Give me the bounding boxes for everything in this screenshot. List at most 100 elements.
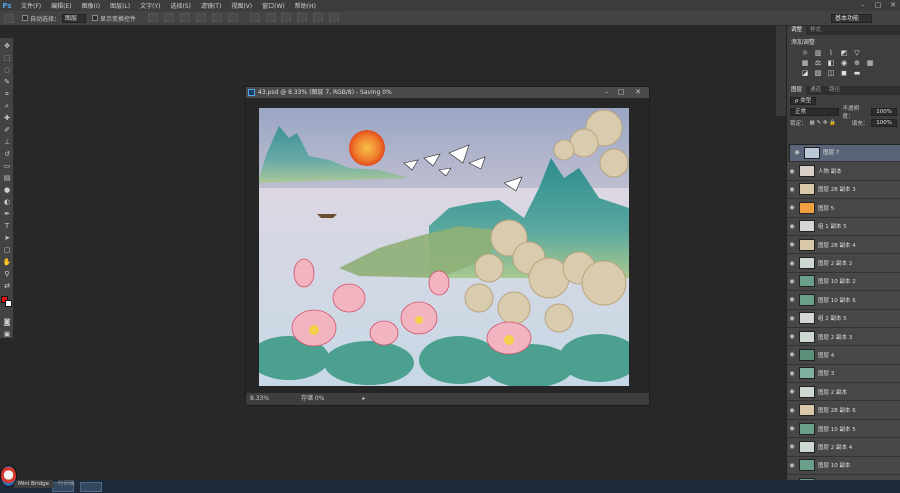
doc-close-button[interactable]: ✕ bbox=[632, 87, 644, 98]
visibility-eye-icon[interactable]: ◉ bbox=[787, 443, 797, 450]
taskbar-app-button[interactable] bbox=[80, 482, 102, 492]
brush-tool-icon[interactable]: ✐ bbox=[2, 126, 12, 134]
gradient-map-icon[interactable]: ▬ bbox=[853, 69, 861, 77]
type-tool-icon[interactable]: T bbox=[2, 222, 12, 230]
zoom-tool-icon[interactable]: ⚲ bbox=[2, 270, 12, 278]
gradient-tool-icon[interactable]: ▤ bbox=[2, 174, 12, 182]
menu-item-help[interactable]: 帮助(H) bbox=[290, 1, 321, 10]
distribute-hcenter-button[interactable] bbox=[313, 12, 324, 22]
layer-row[interactable]: ◉ 图层 4 bbox=[787, 346, 900, 365]
distribute-right-button[interactable] bbox=[329, 12, 340, 22]
menu-item-view[interactable]: 视图(V) bbox=[226, 1, 257, 10]
move-tool-icon[interactable]: ✥ bbox=[2, 42, 12, 50]
workspace-dropdown[interactable]: 基本功能 bbox=[830, 14, 872, 23]
photo-filter-icon[interactable]: ◉ bbox=[840, 59, 848, 67]
visibility-eye-icon[interactable]: ◉ bbox=[787, 351, 797, 358]
visibility-eye-icon[interactable]: ◉ bbox=[787, 407, 797, 414]
zoom-level[interactable]: 8.33% bbox=[250, 395, 269, 402]
align-vcenter-button[interactable] bbox=[163, 12, 174, 22]
layer-row[interactable]: ◉ 图层 2 副本 bbox=[787, 383, 900, 402]
minimize-button[interactable]: – bbox=[856, 0, 870, 10]
distribute-bottom-button[interactable] bbox=[281, 12, 292, 22]
visibility-eye-icon[interactable]: ◉ bbox=[787, 388, 797, 395]
start-button[interactable] bbox=[0, 465, 17, 487]
move-tool-preset-button[interactable] bbox=[4, 13, 14, 23]
visibility-eye-icon[interactable]: ◉ bbox=[787, 260, 797, 267]
doc-maximize-button[interactable]: □ bbox=[615, 87, 627, 98]
layer-kind-filter[interactable]: ρ 类型 bbox=[790, 96, 817, 105]
menu-item-file[interactable]: 文件(F) bbox=[16, 1, 46, 10]
vibrance-icon[interactable]: ▽ bbox=[853, 49, 861, 57]
fill-input[interactable]: 100% bbox=[871, 118, 897, 127]
layer-row[interactable]: ◉ 图层 28 副本 4 bbox=[787, 235, 900, 255]
layer-row[interactable]: ◉ 图层 3 bbox=[787, 364, 900, 384]
close-button[interactable]: ✕ bbox=[886, 0, 900, 10]
visibility-eye-icon[interactable]: ◉ bbox=[792, 149, 802, 157]
layer-row[interactable]: ◉ 图层 2 副本 2 bbox=[787, 254, 900, 273]
levels-icon[interactable]: ▥ bbox=[814, 49, 822, 57]
tab-timeline[interactable]: 时间轴 bbox=[58, 480, 75, 488]
eyedropper-tool-icon[interactable]: ⌕ bbox=[2, 102, 12, 110]
layer-row[interactable]: ◉ 图层 10 副本 6 bbox=[787, 291, 900, 310]
show-transform-checkbox[interactable] bbox=[92, 15, 99, 21]
canvas-area[interactable] bbox=[246, 98, 649, 393]
screen-mode-icon[interactable]: ▣ bbox=[2, 330, 12, 338]
visibility-eye-icon[interactable]: ◉ bbox=[787, 168, 797, 175]
layer-row[interactable]: ◉ 组 2 副本 5 bbox=[787, 309, 900, 328]
posterize-icon[interactable]: ▨ bbox=[814, 69, 822, 77]
distribute-top-button[interactable] bbox=[249, 12, 260, 22]
lasso-tool-icon[interactable]: ◌ bbox=[2, 66, 12, 74]
doc-minimize-button[interactable]: – bbox=[601, 87, 613, 98]
distribute-vcenter-button[interactable] bbox=[265, 12, 276, 22]
menu-item-select[interactable]: 选择(S) bbox=[165, 1, 196, 10]
menu-item-image[interactable]: 图像(I) bbox=[77, 1, 105, 10]
layer-row[interactable]: ◉ 图层 10 副本 2 bbox=[787, 272, 900, 292]
menu-item-window[interactable]: 窗口(W) bbox=[257, 1, 290, 10]
align-bottom-button[interactable] bbox=[179, 12, 190, 22]
layer-row[interactable]: ◉ 人物 副本 bbox=[787, 162, 900, 181]
blur-tool-icon[interactable]: ● bbox=[2, 186, 12, 194]
align-top-button[interactable] bbox=[148, 12, 159, 22]
visibility-eye-icon[interactable]: ◉ bbox=[787, 462, 797, 469]
path-select-tool-icon[interactable]: ➤ bbox=[2, 234, 12, 242]
curves-icon[interactable]: ⌇ bbox=[827, 49, 835, 57]
visibility-eye-icon[interactable]: ◉ bbox=[787, 278, 797, 285]
brightness-icon[interactable]: ☼ bbox=[801, 49, 809, 57]
artwork-canvas[interactable] bbox=[259, 108, 629, 386]
tab-styles[interactable]: 样式 bbox=[806, 26, 825, 35]
layer-row[interactable]: ◉ 图层 10 副本 bbox=[787, 456, 900, 476]
background-color-swatch[interactable] bbox=[5, 300, 12, 307]
tab-mini-bridge[interactable]: Mini Bridge bbox=[14, 480, 53, 488]
eraser-tool-icon[interactable]: ▭ bbox=[2, 162, 12, 170]
align-hcenter-button[interactable] bbox=[211, 12, 222, 22]
opacity-input[interactable]: 100% bbox=[871, 107, 897, 116]
menu-item-edit[interactable]: 编辑(E) bbox=[46, 1, 76, 10]
visibility-eye-icon[interactable]: ◉ bbox=[787, 315, 797, 322]
blend-mode-dropdown[interactable]: 正常 bbox=[790, 107, 840, 116]
layer-row[interactable]: ◉ 图层 7 bbox=[789, 144, 900, 163]
maximize-button[interactable]: □ bbox=[871, 0, 885, 10]
visibility-eye-icon[interactable]: ◉ bbox=[787, 425, 797, 432]
visibility-eye-icon[interactable]: ◉ bbox=[787, 204, 797, 211]
align-left-button[interactable] bbox=[195, 12, 206, 22]
black-white-icon[interactable]: ◧ bbox=[827, 59, 835, 67]
visibility-eye-icon[interactable]: ◉ bbox=[787, 370, 797, 377]
tab-adjustments[interactable]: 调整 bbox=[787, 26, 807, 35]
menu-item-layer[interactable]: 图层(L) bbox=[105, 1, 135, 10]
channel-mixer-icon[interactable]: ⊕ bbox=[853, 59, 861, 67]
swap-colors-icon[interactable]: ⇄ bbox=[2, 282, 12, 290]
threshold-icon[interactable]: ◫ bbox=[827, 69, 835, 77]
shape-tool-icon[interactable]: ▢ bbox=[2, 246, 12, 254]
layer-row[interactable]: ◉ 图层 2 副本 4 bbox=[787, 438, 900, 457]
visibility-eye-icon[interactable]: ◉ bbox=[787, 186, 797, 193]
layer-row[interactable]: ◉ 组 1 副本 5 bbox=[787, 217, 900, 236]
hue-saturation-icon[interactable]: ▦ bbox=[801, 59, 809, 67]
pen-tool-icon[interactable]: ✒ bbox=[2, 210, 12, 218]
status-menu-icon[interactable]: ▸ bbox=[362, 395, 365, 402]
quick-select-tool-icon[interactable]: ✎ bbox=[2, 78, 12, 86]
exposure-icon[interactable]: ◩ bbox=[840, 49, 848, 57]
visibility-eye-icon[interactable]: ◉ bbox=[787, 333, 797, 340]
document-title-bar[interactable]: 43.psd @ 8.33% (图层 7, RGB/8) - Saving 0%… bbox=[246, 87, 649, 98]
visibility-eye-icon[interactable]: ◉ bbox=[787, 223, 797, 230]
marquee-tool-icon[interactable]: ⬚ bbox=[2, 54, 12, 62]
